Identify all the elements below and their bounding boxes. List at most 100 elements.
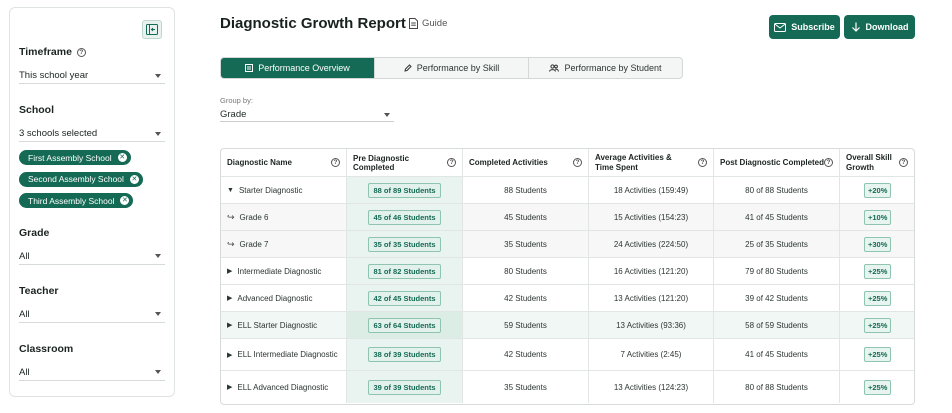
- help-icon[interactable]: ?: [447, 158, 456, 167]
- caret-right-icon[interactable]: ▶: [227, 351, 232, 359]
- caret-right-icon[interactable]: ▶: [227, 267, 232, 275]
- column-header[interactable]: Pre Diagnostic Completed ?: [347, 149, 463, 176]
- timeframe-filter: Timeframe ? This school year: [19, 46, 165, 84]
- guide-label: Guide: [422, 18, 448, 29]
- chevron-down-icon: [155, 131, 161, 136]
- classroom-label: Classroom: [19, 342, 74, 355]
- column-header[interactable]: Post Diagnostic Completed ?: [714, 149, 840, 176]
- diagnostic-table: Diagnostic Name ? Pre Diagnostic Complet…: [220, 148, 915, 405]
- subscribe-label: Subscribe: [791, 22, 835, 32]
- table-row[interactable]: ↪ Grade 7 35 of 35 Students 35 Students 2…: [221, 231, 914, 258]
- grade-select[interactable]: All: [19, 249, 165, 265]
- help-icon[interactable]: ?: [573, 158, 582, 167]
- table-row[interactable]: ▶ Intermediate Diagnostic 81 of 82 Studen…: [221, 258, 914, 285]
- teacher-filter: Teacher All: [19, 285, 165, 323]
- chip-label: Second Assembly School: [28, 174, 124, 184]
- school-select[interactable]: 3 schools selected: [19, 126, 165, 142]
- classroom-filter: Classroom All: [19, 343, 165, 381]
- teacher-label: Teacher: [19, 284, 59, 297]
- pre-diagnostic-badge[interactable]: 38 of 39 Students: [368, 347, 441, 362]
- pre-diagnostic-badge[interactable]: 39 of 39 Students: [368, 379, 441, 395]
- chevron-down-icon: [155, 370, 161, 374]
- pre-diagnostic-badge[interactable]: 88 of 89 Students: [368, 182, 441, 198]
- column-header[interactable]: Completed Activities ?: [463, 149, 589, 176]
- chevron-down-icon: [155, 73, 161, 78]
- table-row[interactable]: ↪ Grade 6 45 of 46 Students 45 Students 1…: [221, 204, 914, 231]
- growth-badge: +25%: [864, 317, 892, 333]
- growth-badge: +25%: [864, 379, 892, 395]
- tab-performance-overview[interactable]: Performance Overview: [221, 58, 375, 78]
- subscribe-button[interactable]: Subscribe: [769, 15, 840, 39]
- download-label: Download: [865, 22, 909, 32]
- guide-link[interactable]: Guide: [409, 18, 447, 29]
- help-icon[interactable]: ?: [331, 158, 340, 167]
- school-chip[interactable]: Third Assembly School ✕: [19, 193, 134, 208]
- teacher-select[interactable]: All: [19, 307, 165, 323]
- table-row[interactable]: ▶ Advanced Diagnostic 42 of 45 Students 4…: [221, 285, 914, 312]
- tab-performance-by-skill[interactable]: Performance by Skill: [375, 58, 529, 78]
- download-button[interactable]: Download: [844, 15, 915, 39]
- students-icon: [549, 64, 560, 72]
- pencil-icon: [404, 64, 412, 72]
- help-icon[interactable]: ?: [899, 158, 908, 167]
- chip-label: First Assembly School: [28, 152, 112, 163]
- tab-label: Performance Overview: [258, 63, 350, 73]
- subdirectory-arrow-icon: ↪: [227, 211, 235, 222]
- pre-diagnostic-badge[interactable]: 81 of 82 Students: [368, 263, 441, 279]
- table-row[interactable]: ▶ ELL Intermediate Diagnostic 38 of 39 St…: [221, 339, 914, 371]
- chevron-down-icon: [155, 312, 161, 316]
- pre-diagnostic-badge[interactable]: 42 of 45 Students: [368, 290, 441, 306]
- table-row[interactable]: ▶ ELL Starter Diagnostic 63 of 64 Student…: [221, 312, 914, 339]
- report-tabs: Performance Overview Performance by Skil…: [220, 57, 683, 79]
- pre-diagnostic-badge[interactable]: 45 of 46 Students: [368, 209, 441, 225]
- grade-label: Grade: [19, 226, 50, 239]
- pre-diagnostic-badge[interactable]: 35 of 35 Students: [368, 236, 441, 252]
- growth-badge: +25%: [864, 347, 892, 362]
- school-value: 3 schools selected: [19, 128, 98, 139]
- growth-badge: +25%: [864, 263, 892, 279]
- growth-badge: +20%: [864, 182, 892, 198]
- caret-right-icon[interactable]: ▶: [227, 383, 232, 391]
- school-chip[interactable]: Second Assembly School ✕: [19, 171, 143, 187]
- chevron-down-icon: [155, 254, 161, 258]
- caret-down-icon[interactable]: ▼: [227, 187, 234, 194]
- column-header[interactable]: Diagnostic Name ?: [221, 149, 347, 176]
- tab-label: Performance by Student: [564, 63, 662, 73]
- subdirectory-arrow-icon: ↪: [227, 238, 235, 249]
- document-icon: [409, 18, 418, 29]
- teacher-value: All: [19, 308, 30, 320]
- table-header-row: Diagnostic Name ? Pre Diagnostic Complet…: [221, 149, 914, 177]
- chip-label: Third Assembly School: [28, 195, 115, 206]
- group-by-select[interactable]: Grade: [220, 108, 394, 122]
- tab-label: Performance by Skill: [416, 63, 500, 73]
- help-icon[interactable]: ?: [824, 158, 833, 167]
- table-row[interactable]: ▼ Starter Diagnostic 88 of 89 Students 88…: [221, 177, 914, 204]
- timeframe-select[interactable]: This school year: [19, 68, 165, 84]
- tab-performance-by-student[interactable]: Performance by Student: [529, 58, 682, 78]
- collapse-sidebar-button[interactable]: [142, 20, 162, 39]
- grade-value: All: [19, 250, 30, 262]
- group-by-value: Grade: [220, 109, 247, 120]
- school-chip[interactable]: First Assembly School ✕: [19, 150, 131, 165]
- chevron-down-icon: [384, 112, 390, 117]
- timeframe-label: Timeframe: [19, 46, 72, 58]
- download-icon: [851, 22, 860, 32]
- caret-right-icon[interactable]: ▶: [227, 321, 232, 329]
- column-header[interactable]: Average Activities & Time Spent ?: [589, 149, 714, 176]
- caret-right-icon[interactable]: ▶: [227, 294, 232, 302]
- page-title: Diagnostic Growth Report: [220, 15, 406, 32]
- close-icon[interactable]: ✕: [120, 196, 130, 205]
- close-icon[interactable]: ✕: [117, 153, 127, 162]
- close-icon[interactable]: ✕: [129, 174, 139, 184]
- growth-badge: +30%: [864, 236, 892, 252]
- mail-icon: [774, 22, 787, 32]
- table-row[interactable]: ▶ ELL Advanced Diagnostic 39 of 39 Studen…: [221, 371, 914, 403]
- help-icon[interactable]: ?: [698, 158, 707, 167]
- filter-sidebar: Timeframe ? This school year School 3 sc…: [9, 7, 175, 397]
- growth-badge: +10%: [864, 209, 892, 225]
- column-header[interactable]: Overall Skill Growth ?: [840, 149, 914, 176]
- classroom-select[interactable]: All: [19, 365, 165, 381]
- help-icon[interactable]: ?: [76, 47, 86, 57]
- group-by-label: Group by:: [220, 96, 253, 105]
- pre-diagnostic-badge[interactable]: 63 of 64 Students: [368, 317, 441, 333]
